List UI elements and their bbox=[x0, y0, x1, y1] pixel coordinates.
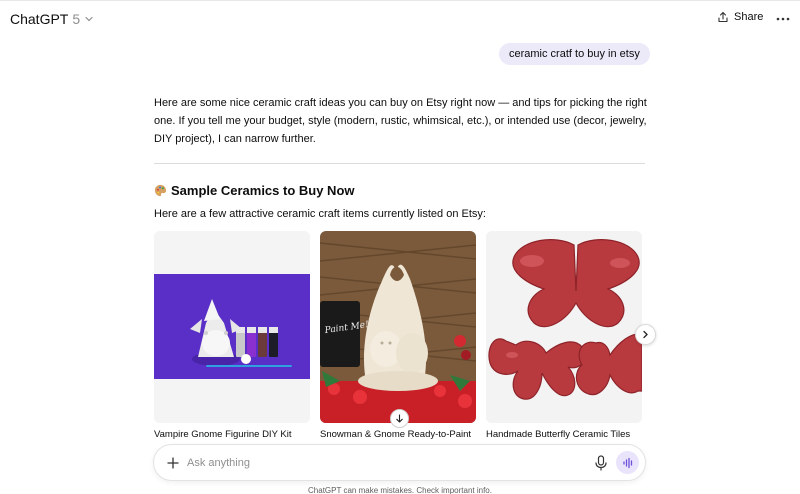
product-card[interactable]: Vampire Gnome Figurine DIY Kit bbox=[154, 231, 310, 440]
product-image[interactable] bbox=[154, 231, 310, 423]
arrow-down-icon bbox=[396, 414, 403, 423]
product-title[interactable]: Snowman & Gnome Ready-to-Paint bbox=[320, 429, 476, 440]
product-photo-butterfly-tiles bbox=[486, 231, 642, 423]
product-title[interactable]: Vampire Gnome Figurine DIY Kit bbox=[154, 429, 310, 440]
model-name: ChatGPT bbox=[10, 11, 69, 27]
chevron-right-icon bbox=[643, 330, 648, 339]
ask-input[interactable] bbox=[187, 453, 577, 473]
model-selector[interactable]: ChatGPT 5 bbox=[10, 11, 94, 27]
divider bbox=[154, 163, 645, 164]
assistant-intro: Here are some nice ceramic craft ideas y… bbox=[154, 97, 647, 145]
section-heading: Sample Ceramics to Buy Now bbox=[154, 183, 355, 198]
share-icon bbox=[718, 11, 728, 23]
disclaimer: ChatGPT can make mistakes. Check importa… bbox=[308, 486, 492, 494]
chevron-down-icon bbox=[85, 16, 93, 22]
product-card[interactable]: Handmade Butterfly Ceramic Tiles bbox=[486, 231, 642, 440]
product-title[interactable]: Handmade Butterfly Ceramic Tiles bbox=[486, 429, 642, 440]
product-photo-snowman-gnome: Paint Me! bbox=[320, 231, 476, 423]
voice-mode-button[interactable] bbox=[616, 451, 639, 474]
section-subtitle: Here are a few attractive ceramic craft … bbox=[154, 208, 486, 220]
user-message: ceramic cratf to buy in etsy bbox=[499, 43, 650, 65]
mic-icon[interactable] bbox=[594, 455, 608, 471]
top-bar: ChatGPT 5 Share bbox=[0, 0, 800, 36]
plus-icon[interactable] bbox=[166, 456, 180, 470]
product-image[interactable] bbox=[486, 231, 642, 423]
model-version: 5 bbox=[72, 11, 81, 27]
product-image[interactable]: Paint Me! bbox=[320, 231, 476, 423]
message-composer bbox=[153, 444, 646, 481]
more-icon[interactable] bbox=[775, 12, 791, 26]
palette-icon bbox=[154, 184, 167, 197]
product-photo-gnome-kit bbox=[154, 231, 310, 423]
section-title: Sample Ceramics to Buy Now bbox=[171, 183, 355, 198]
carousel-next-button[interactable] bbox=[635, 324, 656, 345]
share-label: Share bbox=[734, 11, 764, 23]
voice-icon bbox=[622, 457, 632, 468]
scroll-to-bottom-button[interactable] bbox=[390, 409, 409, 428]
share-button[interactable]: Share bbox=[717, 11, 763, 23]
